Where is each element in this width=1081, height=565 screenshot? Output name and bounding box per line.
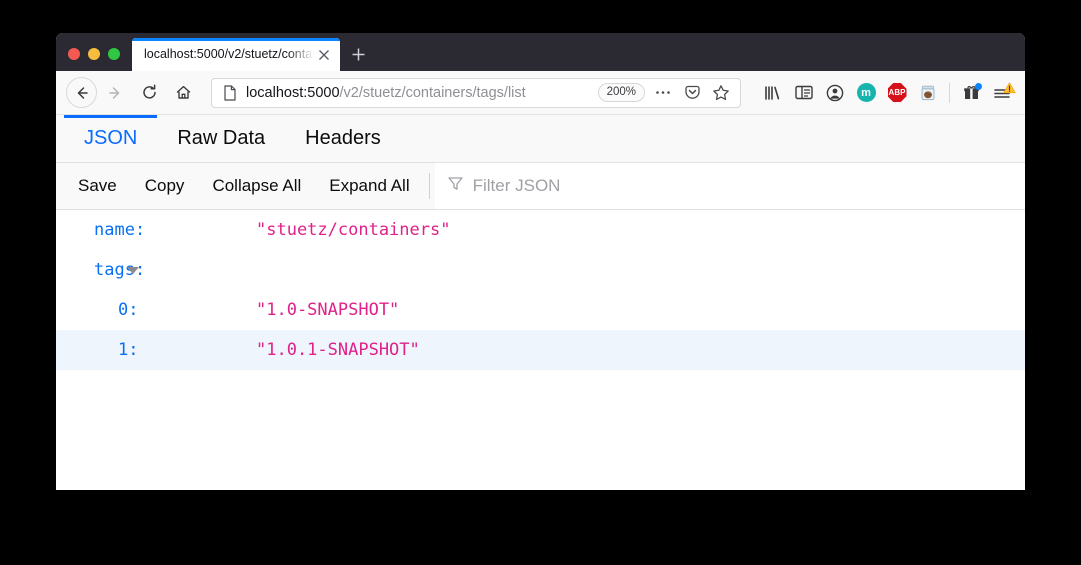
app-menu-icon[interactable]: [987, 78, 1017, 108]
account-icon[interactable]: [820, 78, 850, 108]
toolbar-divider: [949, 82, 950, 103]
gift-notification-dot: [975, 82, 982, 90]
close-window-button[interactable]: [68, 48, 80, 60]
close-tab-icon[interactable]: [314, 45, 334, 65]
json-value-index-0: "1.0-SNAPSHOT": [256, 300, 400, 320]
json-row-name[interactable]: name: "stuetz/containers": [56, 210, 1025, 250]
json-row-tag-1[interactable]: 1: "1.0.1-SNAPSHOT": [56, 330, 1025, 370]
traffic-lights: [56, 48, 132, 71]
copy-button[interactable]: Copy: [131, 163, 199, 209]
chevron-down-icon[interactable]: [127, 266, 139, 274]
update-warning-icon: [1003, 81, 1016, 99]
browser-tab-active[interactable]: localhost:5000/v2/stuetz/containers: [132, 38, 340, 71]
json-row-tag-0[interactable]: 0: "1.0-SNAPSHOT": [56, 290, 1025, 330]
navigation-toolbar: localhost:5000/v2/stuetz/containers/tags…: [56, 71, 1025, 115]
json-key-name: name:: [94, 220, 146, 240]
browser-window: localhost:5000/v2/stuetz/containers: [56, 33, 1025, 490]
copy-button-label: Copy: [144, 176, 185, 195]
page-document-icon: [221, 84, 239, 102]
back-arrow-icon[interactable]: [66, 77, 97, 108]
filter-funnel-icon: [447, 175, 464, 197]
filter-json-input[interactable]: Filter JSON: [434, 163, 1025, 209]
toolbar-divider: [428, 173, 430, 199]
json-key-index-0: 0:: [118, 300, 139, 320]
filter-json-placeholder: Filter JSON: [472, 176, 561, 195]
mastodon-extension-icon[interactable]: m: [851, 78, 881, 108]
ellipsis-icon[interactable]: [649, 79, 677, 107]
expand-all-label: Expand All: [329, 176, 410, 195]
json-value-name: "stuetz/containers": [256, 220, 451, 240]
mastodon-badge-label: m: [856, 83, 876, 102]
adblock-plus-extension-icon[interactable]: ABP: [882, 78, 912, 108]
tab-bar: localhost:5000/v2/stuetz/containers: [56, 33, 1025, 71]
tab-title: localhost:5000/v2/stuetz/containers: [144, 47, 314, 61]
save-button[interactable]: Save: [64, 163, 131, 209]
adblock-badge-label: ABP: [887, 83, 907, 102]
minimize-window-button[interactable]: [88, 48, 100, 60]
json-value-index-1: "1.0.1-SNAPSHOT": [256, 340, 420, 360]
new-tab-button[interactable]: [340, 38, 376, 71]
tab-raw-data[interactable]: Raw Data: [157, 115, 285, 162]
url-path: /v2/stuetz/containers/tags/list: [339, 84, 526, 101]
json-content-panel: name: "stuetz/containers" tags: 0: "1.0-…: [56, 210, 1025, 482]
collapse-all-button[interactable]: Collapse All: [198, 163, 315, 209]
url-host: localhost:5000: [246, 84, 340, 101]
home-icon[interactable]: [167, 77, 199, 109]
expand-all-button[interactable]: Expand All: [315, 163, 423, 209]
url-bar[interactable]: localhost:5000/v2/stuetz/containers/tags…: [211, 77, 741, 108]
tab-json[interactable]: JSON: [64, 115, 158, 162]
forward-arrow-icon: [99, 77, 131, 109]
tab-json-label: JSON: [84, 127, 138, 149]
maximize-window-button[interactable]: [108, 48, 120, 60]
toolbar-icons: m ABP: [758, 78, 1017, 108]
save-button-label: Save: [78, 176, 117, 195]
json-row-tags[interactable]: tags:: [56, 250, 1025, 290]
pocket-icon[interactable]: [678, 79, 706, 107]
json-viewer-tabs: JSON Raw Data Headers: [56, 115, 1025, 163]
zoom-level-badge[interactable]: 200%: [597, 83, 645, 102]
cookie-jar-extension-icon[interactable]: [913, 78, 943, 108]
tab-headers-label: Headers: [305, 127, 381, 149]
collapse-all-label: Collapse All: [212, 176, 302, 195]
gift-icon[interactable]: [956, 78, 986, 108]
tab-raw-data-label: Raw Data: [177, 127, 266, 149]
tab-headers[interactable]: Headers: [285, 115, 401, 162]
json-viewer-toolbar: Save Copy Collapse All Expand All Filter…: [56, 163, 1025, 210]
reload-icon[interactable]: [133, 77, 165, 109]
url-bar-actions: [649, 79, 735, 107]
library-icon[interactable]: [758, 78, 788, 108]
sidebar-icon[interactable]: [789, 78, 819, 108]
json-key-index-1: 1:: [118, 340, 139, 360]
url-text: localhost:5000/v2/stuetz/containers/tags…: [246, 85, 598, 101]
bookmark-star-icon[interactable]: [707, 79, 735, 107]
